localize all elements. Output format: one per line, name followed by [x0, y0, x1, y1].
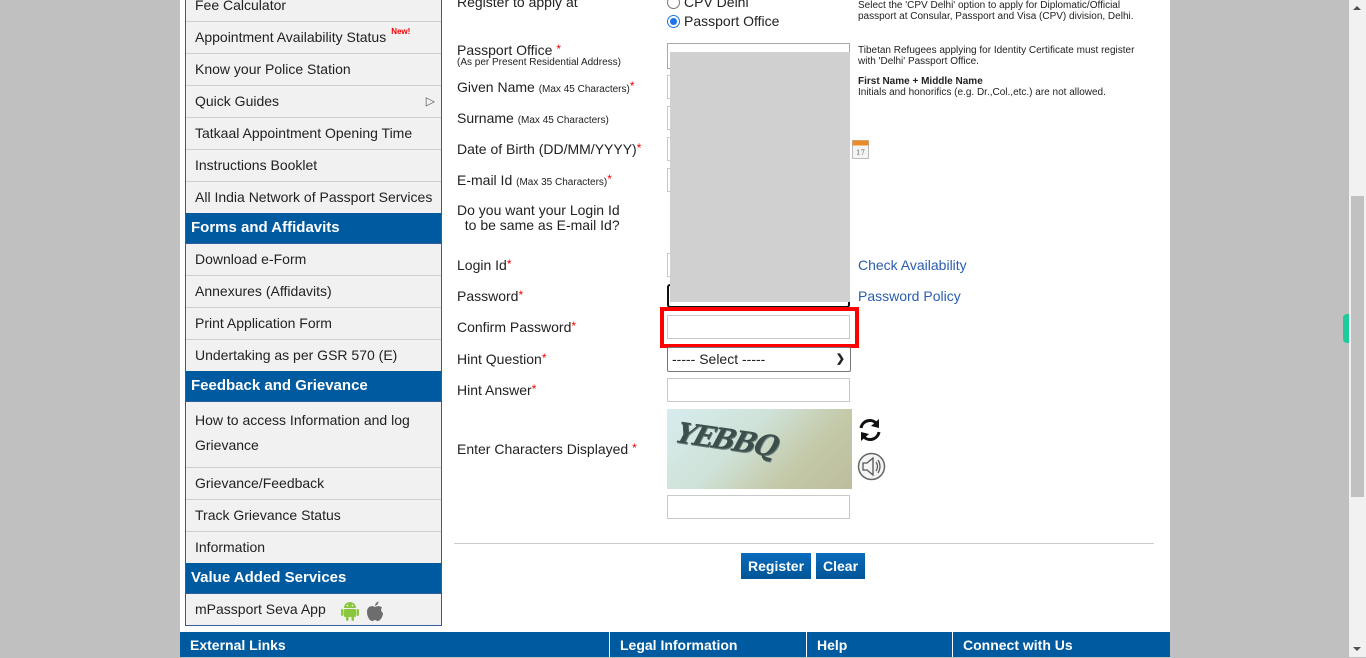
captcha-input[interactable] — [667, 495, 850, 519]
captcha-image: YEBBQ — [667, 409, 852, 489]
register-at-label: Register to apply at — [457, 0, 578, 10]
register-help-text: Select the 'CPV Delhi' option to apply f… — [858, 0, 1134, 22]
email-label: E-mail Id (Max 35 Characters)* — [457, 172, 612, 188]
refresh-icon[interactable] — [857, 417, 883, 443]
label-subtext: (As per Present Residential Address) — [457, 57, 621, 68]
confirm-password-label: Confirm Password* — [457, 319, 576, 335]
svg-text:17: 17 — [856, 149, 865, 157]
footer: External Links Legal Information Help Co… — [180, 632, 1170, 657]
same-login-label: Do you want your Login Id to be same as … — [457, 203, 620, 233]
given-name-help: First Name + Middle Name Initials and hon… — [858, 76, 1148, 98]
required-mark: * — [531, 382, 537, 396]
radio-button[interactable] — [667, 14, 680, 28]
label-note: (Max 45 Characters) — [538, 84, 630, 95]
required-mark: * — [636, 141, 642, 155]
scroll-up-arrow-icon[interactable] — [1353, 6, 1361, 10]
label-text: Confirm Password — [457, 319, 572, 335]
label-text: Hint Question — [457, 351, 542, 367]
hint-answer-input[interactable] — [667, 378, 850, 402]
surname-label: Surname (Max 45 Characters) — [457, 110, 609, 126]
label-text: E-mail Id — [457, 172, 513, 188]
label-text: to be same as E-mail Id? — [464, 217, 620, 233]
captcha-text: YEBBQ — [671, 415, 782, 464]
label-text: Given Name — [457, 79, 535, 95]
footer-connect[interactable]: Connect with Us — [953, 632, 1170, 657]
audio-icon[interactable] — [857, 452, 886, 481]
label-text: Surname — [457, 110, 514, 126]
hint-answer-label: Hint Answer* — [457, 382, 536, 398]
clear-button[interactable]: Clear — [816, 553, 866, 579]
label-text: Passport Office — [457, 42, 553, 58]
label-note: (Max 35 Characters) — [516, 177, 608, 188]
required-mark: * — [541, 351, 547, 365]
chevron-down-icon: ❯ — [835, 353, 845, 365]
passport-office-help-text: Tibetan Refugees applying for Identity C… — [858, 45, 1135, 67]
given-name-label: Given Name (Max 45 Characters)* — [457, 79, 635, 95]
radio-label: CPV Delhi — [684, 0, 749, 10]
required-mark: * — [506, 257, 512, 271]
login-id-label: Login Id* — [457, 257, 512, 273]
select-value: ----- Select ----- — [672, 351, 766, 367]
required-mark: * — [632, 441, 637, 455]
label-text: Enter Characters Displayed — [457, 441, 629, 457]
register-button[interactable]: Register — [741, 553, 812, 579]
label-text: Hint Answer — [457, 382, 532, 398]
required-mark: * — [518, 288, 524, 302]
dob-label: Date of Birth (DD/MM/YYYY)* — [457, 141, 641, 157]
label-text: Password — [457, 288, 519, 304]
registration-form: Register to apply at CPV Delhi Passport … — [180, 0, 1170, 657]
label-text: Date of Birth (DD/MM/YYYY) — [457, 141, 637, 157]
hint-question-label: Hint Question* — [457, 351, 547, 367]
required-mark: * — [629, 79, 635, 93]
radio-button[interactable] — [667, 0, 680, 9]
hint-question-select[interactable]: ----- Select ----- ❯ — [667, 347, 851, 372]
footer-legal-information[interactable]: Legal Information — [610, 632, 807, 657]
radio-label: Passport Office — [684, 13, 780, 29]
label-note: (Max 45 Characters) — [517, 115, 609, 126]
password-label: Password* — [457, 288, 523, 304]
redacted-region — [670, 52, 850, 302]
page: Fee Calculator Appointment Availability … — [180, 0, 1170, 657]
captcha-label: Enter Characters Displayed * — [457, 441, 637, 457]
footer-help[interactable]: Help — [807, 632, 953, 657]
check-availability-link[interactable]: Check Availability — [858, 257, 967, 273]
confirm-password-input[interactable] — [667, 315, 850, 339]
scroll-down-arrow-icon[interactable] — [1353, 647, 1361, 651]
label-text: Do you want your Login Id — [457, 202, 620, 218]
divider — [454, 543, 1154, 544]
passport-office-label: Passport Office * (As per Present Residen… — [457, 42, 621, 68]
required-mark: * — [571, 319, 577, 333]
help-text: Initials and honorifics (e.g. Dr.,Col.,e… — [858, 87, 1106, 98]
scrollbar-thumb[interactable] — [1351, 196, 1364, 497]
password-policy-link[interactable]: Password Policy — [858, 288, 961, 304]
required-mark: * — [607, 172, 612, 186]
label-text: Login Id — [457, 257, 507, 273]
radio-passport-office[interactable]: Passport Office — [667, 13, 779, 29]
help-title: First Name + Middle Name — [858, 76, 983, 87]
page-scrollbar[interactable] — [1349, 0, 1366, 657]
calendar-icon[interactable]: 17 — [852, 140, 869, 159]
radio-cpv-delhi[interactable]: CPV Delhi — [667, 0, 749, 10]
footer-external-links[interactable]: External Links — [180, 632, 610, 657]
required-mark: * — [556, 42, 562, 56]
